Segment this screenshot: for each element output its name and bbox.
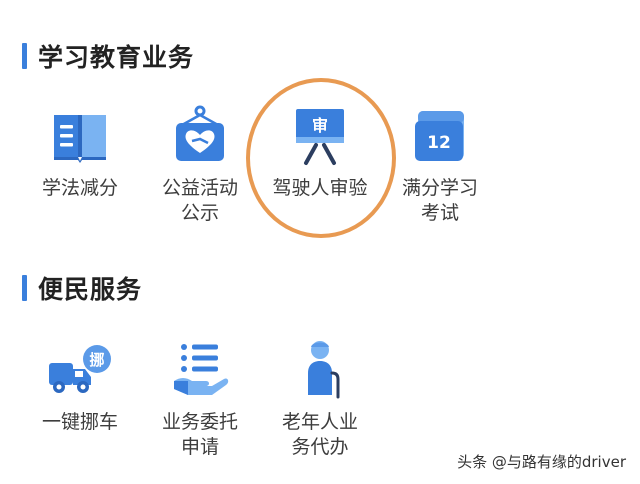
section-accent-bar bbox=[22, 275, 27, 301]
tile-business-delegation[interactable]: 业务委托 申请 bbox=[140, 334, 260, 460]
tile-move-car[interactable]: 挪 一键挪车 bbox=[20, 334, 140, 435]
tile-label: 一键挪车 bbox=[41, 411, 118, 433]
tile-study-law-reduce-points[interactable]: 学法减分 bbox=[20, 100, 140, 201]
svg-text:12: 12 bbox=[427, 133, 451, 153]
elderly-person-icon bbox=[308, 341, 340, 399]
tile-public-welfare[interactable]: 公益活动 公示 bbox=[140, 100, 260, 226]
section-header-convenience: 便民服务 bbox=[22, 268, 142, 308]
watermark: 头条 @与路有缘的driver bbox=[457, 453, 626, 471]
tile-label: 驾驶人审验 bbox=[272, 177, 368, 199]
svg-text:挪: 挪 bbox=[89, 351, 104, 369]
calendar-12-icon: 12 bbox=[415, 111, 464, 161]
heart-hand-sign-icon bbox=[176, 105, 224, 161]
section-header-learning: 学习教育业务 bbox=[22, 36, 194, 76]
tile-label: 老年人业 务代办 bbox=[281, 411, 358, 458]
review-board-icon: 审 bbox=[296, 109, 344, 165]
tile-full-score-exam[interactable]: 12 满分学习 考试 bbox=[380, 100, 500, 226]
tile-label: 满分学习 考试 bbox=[401, 177, 478, 224]
tile-label: 业务委托 申请 bbox=[161, 411, 238, 458]
open-book-icon bbox=[54, 115, 106, 163]
section-title-convenience: 便民服务 bbox=[38, 275, 143, 304]
section-accent-bar bbox=[22, 43, 27, 69]
tile-driver-review[interactable]: 审 驾驶人审验 bbox=[260, 100, 380, 201]
tow-truck-icon: 挪 bbox=[49, 345, 111, 393]
tile-elderly-agency[interactable]: 老年人业 务代办 bbox=[260, 334, 380, 460]
section-title-learning: 学习教育业务 bbox=[38, 43, 195, 72]
tile-label: 学法减分 bbox=[41, 177, 118, 199]
tile-label: 公益活动 公示 bbox=[161, 177, 238, 224]
list-hand-icon bbox=[174, 344, 229, 395]
svg-text:审: 审 bbox=[312, 116, 328, 135]
